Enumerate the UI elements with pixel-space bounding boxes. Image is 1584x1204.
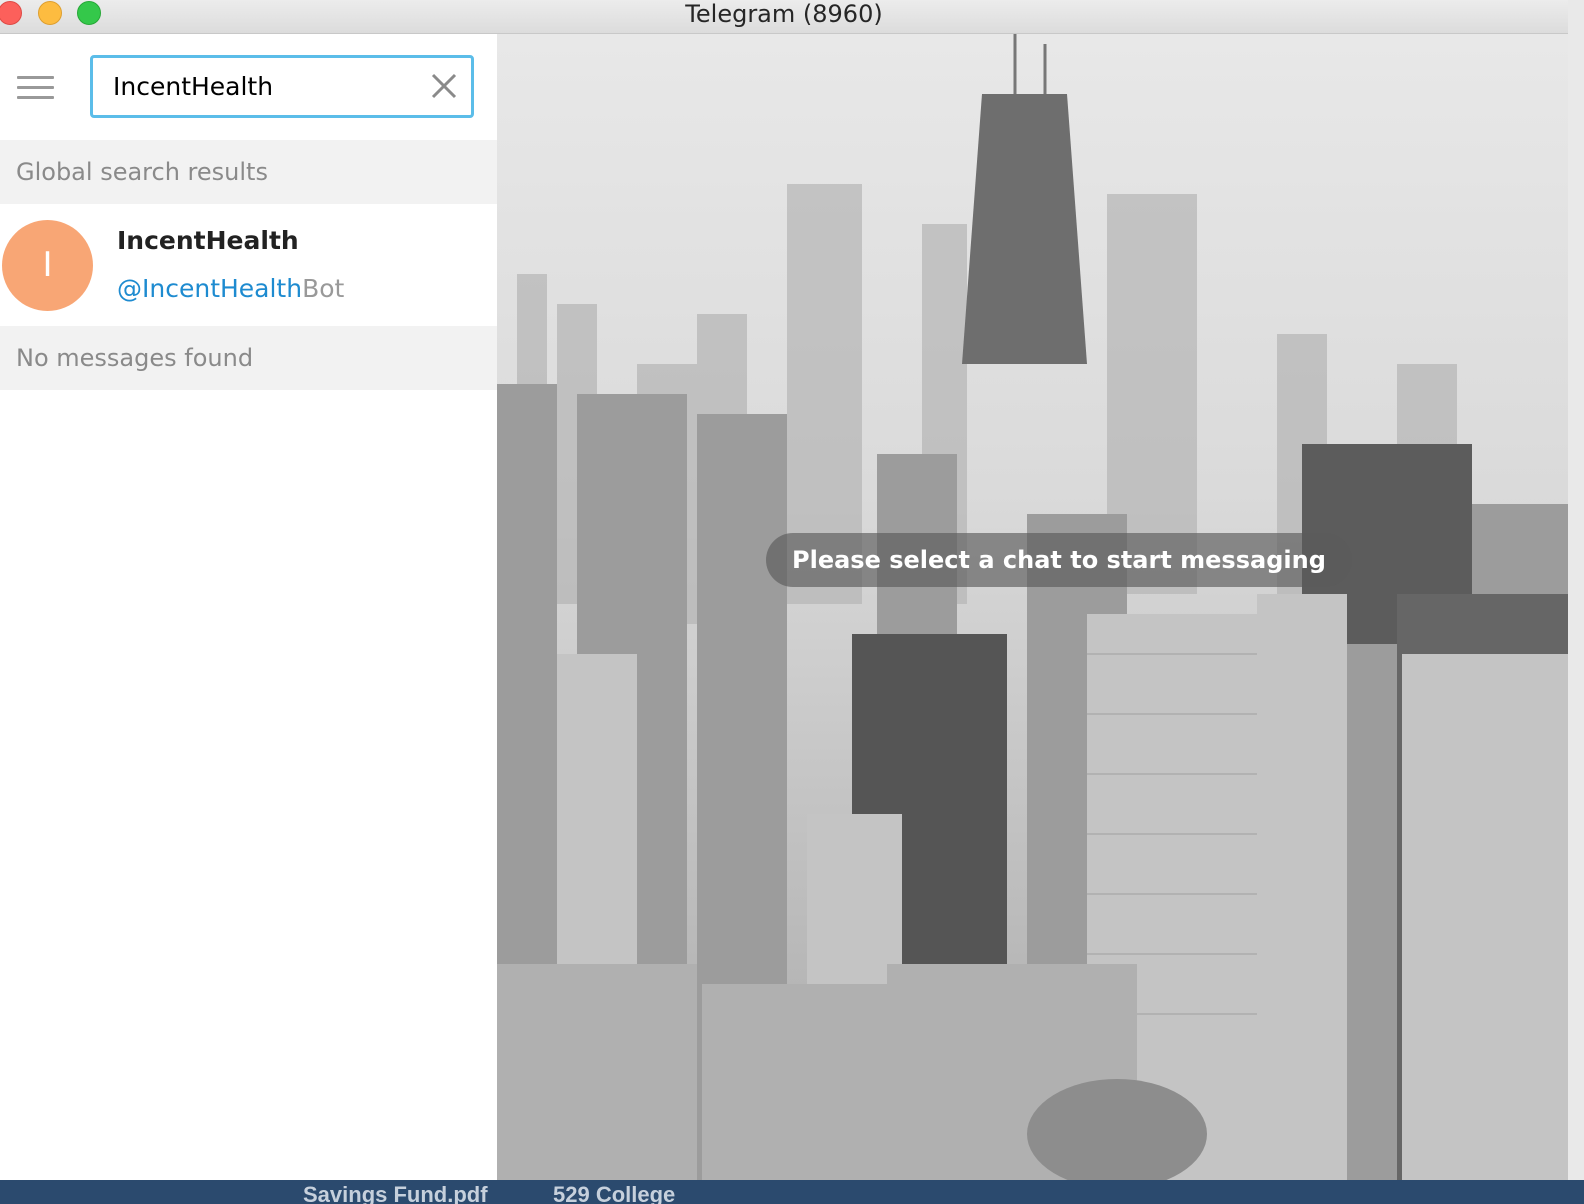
window-edge [1568,0,1584,1180]
result-username: @IncentHealthBot [117,274,344,303]
search-row [0,34,497,140]
global-search-header: Global search results [0,140,497,204]
search-result-item[interactable]: I IncentHealth @IncentHealthBot [0,204,497,326]
wallpaper-image [497,34,1568,1180]
close-icon[interactable] [431,73,457,99]
username-rest: Bot [302,274,345,303]
sidebar: Global search results I IncentHealth @In… [0,34,497,1180]
messages-header: No messages found [0,326,497,390]
avatar: I [2,220,93,311]
search-box[interactable] [90,55,474,118]
hamburger-menu-icon[interactable] [17,76,54,100]
result-name: IncentHealth [117,226,299,255]
desktop: Savings Fund.pdf 529 College [0,1180,1584,1204]
chat-area: Please select a chat to start messaging [497,34,1568,1180]
desktop-file-label[interactable]: 529 College [553,1182,675,1204]
search-input[interactable] [113,58,423,115]
window-title: Telegram (8960) [685,0,883,28]
title-bar: Telegram (8960) [0,0,1568,34]
username-match: @IncentHealth [117,274,303,303]
desktop-file-label[interactable]: Savings Fund.pdf [303,1182,488,1204]
empty-chat-message: Please select a chat to start messaging [766,533,1352,587]
